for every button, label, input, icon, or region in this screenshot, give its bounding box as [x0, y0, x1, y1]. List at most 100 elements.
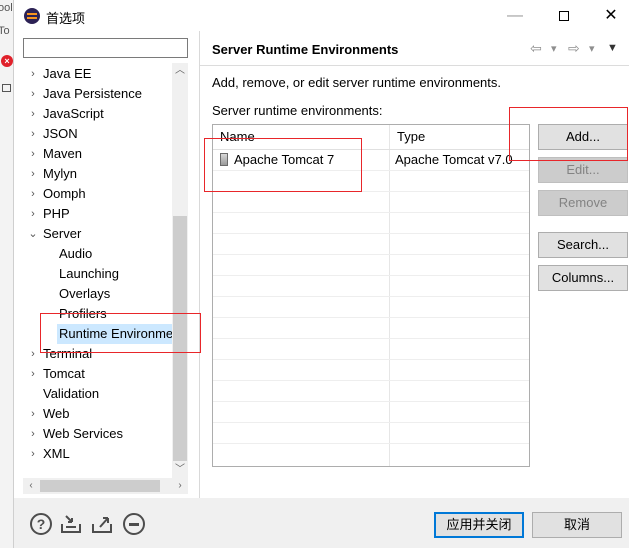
preferences-dialog: 首选项 — ✕ › Java EE › Java Persistence › JavaSc…	[14, 0, 629, 548]
tree-horizontal-scrollbar[interactable]: ‹ ›	[23, 478, 188, 494]
tree-item[interactable]: › XML	[14, 444, 172, 464]
tree-item[interactable]: › Maven	[14, 144, 172, 164]
row-divider	[213, 401, 529, 402]
runtime-name: Apache Tomcat 7	[234, 152, 335, 167]
error-icon: ×	[1, 55, 13, 67]
tree-item[interactable]: Launching	[14, 264, 172, 284]
scroll-up-icon[interactable]: ︿	[172, 63, 188, 79]
tree-item[interactable]: › Tomcat	[14, 364, 172, 384]
tree-item-label: Maven	[43, 146, 83, 161]
back-dropdown-icon[interactable]: ▾	[551, 42, 557, 55]
maximize-button[interactable]	[541, 0, 587, 31]
tree-item[interactable]: › PHP	[14, 204, 172, 224]
tree-item-label: Terminal	[43, 346, 93, 361]
tree-item-label: JSON	[43, 126, 78, 141]
background-text: To	[0, 25, 10, 37]
row-divider	[213, 233, 529, 234]
tree-item[interactable]: › JavaScript	[14, 104, 172, 124]
remove-button[interactable]: Remove	[538, 190, 628, 216]
page-title: Server Runtime Environments	[212, 42, 399, 57]
tree-item-label: PHP	[43, 206, 70, 221]
window-icon	[2, 84, 11, 92]
tree-item[interactable]: › Terminal	[14, 344, 172, 364]
chevron-right-icon[interactable]: ›	[28, 84, 38, 104]
tree-item[interactable]: › Web	[14, 404, 172, 424]
tree-item-label: Launching	[59, 266, 119, 281]
forward-dropdown-icon[interactable]: ▾	[589, 42, 595, 55]
tree-item[interactable]: › JSON	[14, 124, 172, 144]
runtime-type[interactable]: Apache Tomcat v7.0	[395, 150, 513, 170]
tree-item-label: Oomph	[43, 186, 86, 201]
close-button[interactable]: ✕	[588, 0, 629, 31]
tree-item[interactable]: › Mylyn	[14, 164, 172, 184]
view-menu-icon[interactable]: ▼	[607, 42, 618, 54]
tree-item[interactable]: Overlays	[14, 284, 172, 304]
title-bar: 首选项 — ✕	[14, 0, 629, 31]
tree-item[interactable]: › Java EE	[14, 64, 172, 84]
row-divider	[213, 191, 529, 192]
scroll-thumb[interactable]	[173, 216, 187, 461]
tree-item[interactable]: › Oomph	[14, 184, 172, 204]
chevron-right-icon[interactable]: ›	[28, 364, 38, 384]
preference-tree-pane: › Java EE › Java Persistence › JavaScript › JSO…	[14, 31, 199, 498]
chevron-right-icon[interactable]: ›	[28, 404, 38, 424]
add-button[interactable]: Add...	[538, 124, 628, 150]
filter-input[interactable]	[23, 38, 188, 58]
import-icon[interactable]	[60, 513, 82, 535]
chevron-right-icon[interactable]: ›	[28, 444, 38, 464]
chevron-right-icon[interactable]: ›	[28, 144, 38, 164]
row-divider	[213, 296, 529, 297]
row-divider	[213, 275, 529, 276]
stop-icon[interactable]	[123, 513, 145, 535]
tree-item[interactable]: › Java Persistence	[14, 84, 172, 104]
scroll-thumb[interactable]	[40, 480, 160, 492]
tree-item[interactable]: Profilers	[14, 304, 172, 324]
export-icon[interactable]	[91, 513, 113, 535]
chevron-right-icon[interactable]: ›	[28, 344, 38, 364]
tree-item-label: Java EE	[43, 66, 92, 81]
chevron-down-icon[interactable]: ⌄	[28, 224, 38, 244]
scroll-left-icon[interactable]: ‹	[23, 478, 39, 494]
maximize-icon	[559, 10, 569, 21]
scroll-right-icon[interactable]: ›	[172, 478, 188, 494]
tree-item[interactable]: Audio	[14, 244, 172, 264]
column-header-type[interactable]: Type	[390, 125, 529, 149]
chevron-right-icon[interactable]: ›	[28, 104, 38, 124]
apply-and-close-button[interactable]: 应用并关闭	[434, 512, 524, 538]
header-separator	[200, 65, 629, 66]
chevron-right-icon[interactable]: ›	[28, 424, 38, 444]
tree-item[interactable]: ⌄ Server	[14, 224, 172, 244]
tree-item-label: Audio	[59, 246, 93, 261]
minimize-button[interactable]: —	[492, 0, 538, 31]
table-row-name[interactable]: Apache Tomcat 7	[220, 150, 334, 170]
back-icon[interactable]: ⇦	[530, 40, 542, 57]
page-pane: Server Runtime Environments ⇦ ▾ ⇨ ▾ ▼ Ad…	[200, 31, 629, 498]
chevron-right-icon[interactable]: ›	[28, 204, 38, 224]
tree-item-label: Overlays	[59, 286, 111, 301]
tree-item[interactable]: Runtime Environme	[57, 324, 172, 344]
help-icon[interactable]: ?	[30, 513, 52, 535]
row-divider	[213, 422, 529, 423]
chevron-right-icon[interactable]: ›	[28, 184, 38, 204]
forward-icon[interactable]: ⇨	[568, 40, 580, 57]
chevron-right-icon[interactable]: ›	[28, 64, 38, 84]
tree-vertical-scrollbar[interactable]: ︿ ﹀	[172, 63, 188, 478]
tree-item[interactable]: Validation	[14, 384, 172, 404]
scroll-down-icon[interactable]: ﹀	[172, 462, 188, 478]
edit-button[interactable]: Edit...	[538, 157, 628, 183]
row-divider	[213, 254, 529, 255]
page-header: Server Runtime Environments ⇦ ▾ ⇨ ▾ ▼	[200, 31, 629, 65]
tree-item-label: Web Services	[43, 426, 123, 441]
tree-item-label: Web	[43, 406, 70, 421]
chevron-right-icon[interactable]: ›	[28, 124, 38, 144]
background-text: ool	[0, 2, 13, 14]
tree-item-label: XML	[43, 446, 70, 461]
cancel-button[interactable]: 取消	[532, 512, 622, 538]
chevron-right-icon[interactable]: ›	[28, 164, 38, 184]
column-header-name[interactable]: Name	[213, 125, 389, 149]
row-divider	[213, 317, 529, 318]
columns-button[interactable]: Columns...	[538, 265, 628, 291]
runtime-list-label: Server runtime environments:	[212, 103, 383, 118]
search-button[interactable]: Search...	[538, 232, 628, 258]
tree-item[interactable]: › Web Services	[14, 424, 172, 444]
